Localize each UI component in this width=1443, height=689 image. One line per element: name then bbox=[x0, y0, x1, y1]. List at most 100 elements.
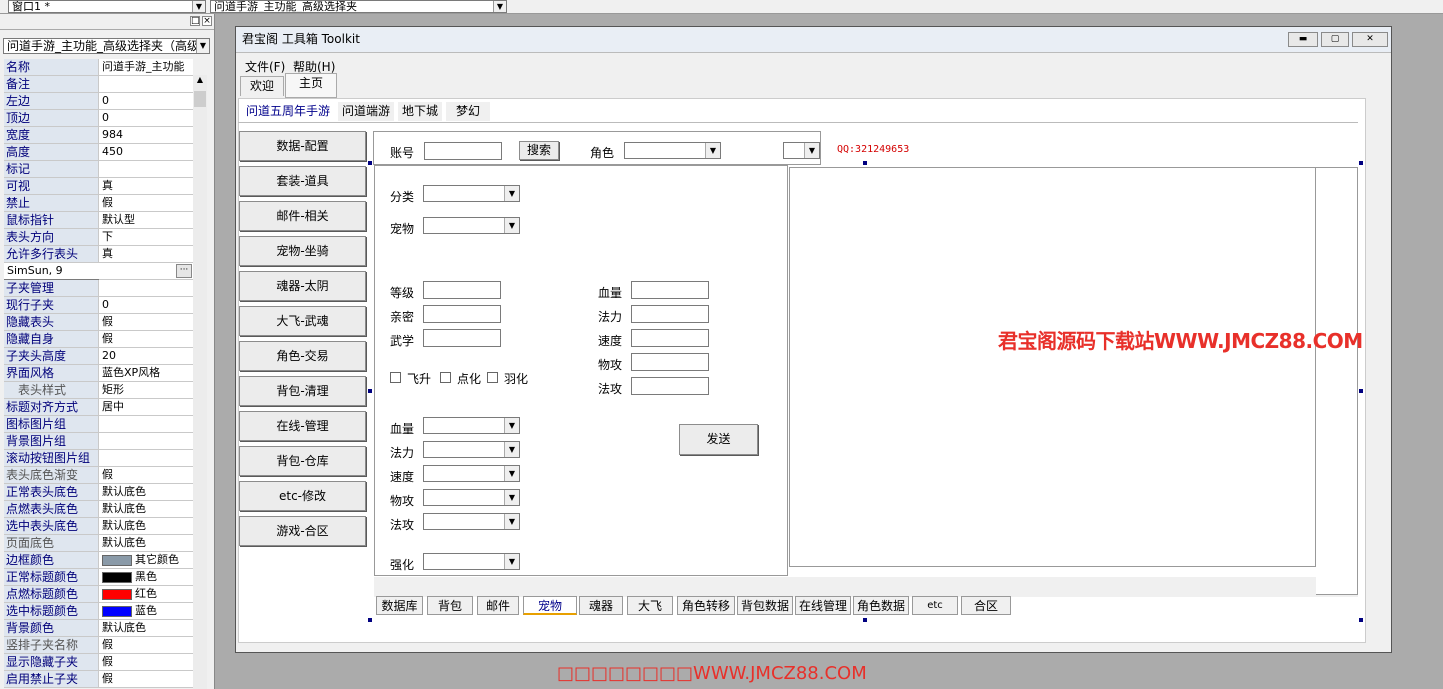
property-value[interactable]: 红色 bbox=[99, 586, 193, 602]
game-tab[interactable]: 地下城 bbox=[398, 102, 442, 121]
property-row[interactable]: 启用禁止子夹假 bbox=[4, 671, 193, 688]
property-value[interactable] bbox=[99, 76, 193, 92]
property-value[interactable]: 假 bbox=[99, 671, 193, 687]
property-row[interactable]: 界面风格 蓝色XP风格 bbox=[4, 365, 193, 382]
tab-welcome[interactable]: 欢迎 bbox=[240, 76, 284, 96]
property-value[interactable]: 默认底色 bbox=[99, 535, 193, 551]
stat-input[interactable] bbox=[423, 305, 501, 323]
property-row[interactable]: 图标图片组 bbox=[4, 416, 193, 433]
property-row[interactable]: 隐藏自身假 bbox=[4, 331, 193, 348]
property-value[interactable]: 真 bbox=[99, 178, 193, 194]
property-value[interactable] bbox=[99, 280, 193, 296]
property-row[interactable]: 顶边 0 bbox=[4, 110, 193, 127]
property-value[interactable]: 矩形 bbox=[99, 382, 193, 398]
game-tab[interactable]: 梦幻 bbox=[446, 102, 490, 121]
property-row[interactable]: 禁止假 bbox=[4, 195, 193, 212]
property-value[interactable] bbox=[99, 433, 193, 449]
float-icon[interactable]: □ bbox=[190, 16, 200, 26]
property-row[interactable]: 可视真 bbox=[4, 178, 193, 195]
property-value[interactable]: 20 bbox=[99, 348, 193, 364]
property-row[interactable]: 正常表头底色 默认底色 bbox=[4, 484, 193, 501]
bottom-tab[interactable]: etc bbox=[912, 596, 958, 615]
side-button[interactable]: 数据-配置 bbox=[239, 131, 366, 161]
scroll-up-icon[interactable]: ▲ bbox=[193, 75, 207, 84]
side-button[interactable]: etc-修改 bbox=[239, 481, 366, 511]
property-value[interactable] bbox=[99, 450, 193, 466]
selection-handle[interactable] bbox=[1359, 389, 1363, 393]
tab-home[interactable]: 主页 bbox=[285, 73, 337, 98]
selection-handle[interactable] bbox=[368, 161, 372, 165]
property-value[interactable]: 下 bbox=[99, 229, 193, 245]
property-value[interactable]: 问道手游_主功能 bbox=[99, 59, 193, 75]
bottom-tab[interactable]: 邮件 bbox=[477, 596, 519, 615]
bottom-tab[interactable]: 角色数据 bbox=[853, 596, 909, 615]
property-row[interactable]: 子夹管理 bbox=[4, 280, 193, 297]
property-row[interactable]: 点燃标题颜色 红色 bbox=[4, 586, 193, 603]
game-tab[interactable]: 问道端游 bbox=[338, 102, 394, 121]
window-combo[interactable]: 窗口1 * ▼ bbox=[8, 0, 206, 13]
side-button[interactable]: 背包-清理 bbox=[239, 376, 366, 406]
side-button[interactable]: 宠物-坐骑 bbox=[239, 236, 366, 266]
chevron-down-icon[interactable]: ▼ bbox=[192, 1, 205, 12]
bottom-tab[interactable]: 在线管理 bbox=[795, 596, 851, 615]
property-row[interactable]: 点燃表头底色 默认底色 bbox=[4, 501, 193, 518]
property-value[interactable]: 假 bbox=[99, 314, 193, 330]
bottom-tab[interactable]: 背包数据 bbox=[737, 596, 793, 615]
server-select[interactable]: ▼ bbox=[783, 142, 820, 159]
selection-handle[interactable] bbox=[368, 618, 372, 622]
property-row[interactable]: 左边 0 bbox=[4, 93, 193, 110]
ellipsis-button[interactable]: ··· bbox=[176, 264, 192, 278]
scrollbar[interactable]: ▲ bbox=[193, 75, 207, 689]
property-row[interactable]: 表头样式 矩形 bbox=[4, 382, 193, 399]
select-stat[interactable]: ▼ bbox=[423, 465, 520, 482]
scroll-thumb[interactable] bbox=[194, 91, 206, 107]
property-row[interactable]: 高度 450 bbox=[4, 144, 193, 161]
property-row[interactable]: 页面底色 默认底色 bbox=[4, 535, 193, 552]
property-value[interactable]: 其它颜色 bbox=[99, 552, 193, 568]
checkbox[interactable] bbox=[390, 372, 401, 383]
select-stat[interactable]: ▼ bbox=[423, 417, 520, 434]
bottom-tab[interactable]: 魂器 bbox=[579, 596, 623, 615]
bottom-tab[interactable]: 背包 bbox=[427, 596, 473, 615]
side-button[interactable]: 游戏-合区 bbox=[239, 516, 366, 546]
selection-handle[interactable] bbox=[863, 161, 867, 165]
search-button[interactable]: 搜索 bbox=[519, 141, 559, 160]
property-row[interactable]: 选中表头底色 默认底色 bbox=[4, 518, 193, 535]
checkbox[interactable] bbox=[487, 372, 498, 383]
property-value[interactable]: 0 bbox=[99, 110, 193, 126]
property-value[interactable]: 居中 bbox=[99, 399, 193, 415]
property-value[interactable] bbox=[99, 161, 193, 177]
property-row[interactable]: 标题对齐方式 居中 bbox=[4, 399, 193, 416]
property-row[interactable]: 背景图片组 bbox=[4, 433, 193, 450]
select-stat[interactable]: ▼ bbox=[423, 441, 520, 458]
select-stat[interactable]: ▼ bbox=[423, 489, 520, 506]
chevron-down-icon[interactable]: ▼ bbox=[196, 39, 209, 53]
property-row[interactable]: 显示隐藏子夹假 bbox=[4, 654, 193, 671]
bottom-tab[interactable]: 数据库 bbox=[376, 596, 423, 615]
side-button[interactable]: 角色-交易 bbox=[239, 341, 366, 371]
close-icon[interactable]: × bbox=[202, 16, 212, 26]
stat-input[interactable] bbox=[631, 329, 709, 347]
property-value[interactable]: 黑色 bbox=[99, 569, 193, 585]
bottom-tab[interactable]: 宠物 bbox=[523, 596, 577, 615]
stat-input[interactable] bbox=[423, 329, 501, 347]
selection-handle[interactable] bbox=[863, 618, 867, 622]
property-row[interactable]: 标记 bbox=[4, 161, 193, 178]
side-button[interactable]: 魂器-太阴 bbox=[239, 271, 366, 301]
property-value[interactable]: 假 bbox=[99, 637, 193, 653]
bottom-tab[interactable]: 角色转移 bbox=[677, 596, 735, 615]
stat-input[interactable] bbox=[631, 377, 709, 395]
stat-input[interactable] bbox=[631, 281, 709, 299]
stat-input[interactable] bbox=[631, 353, 709, 371]
menu-file[interactable]: 文件(F) bbox=[245, 58, 285, 75]
property-value[interactable]: 蓝色 bbox=[99, 603, 193, 619]
stat-input[interactable] bbox=[423, 281, 501, 299]
account-input[interactable] bbox=[424, 142, 502, 160]
property-value[interactable]: 450 bbox=[99, 144, 193, 160]
stat-input[interactable] bbox=[631, 305, 709, 323]
selection-handle[interactable] bbox=[1359, 161, 1363, 165]
property-value[interactable]: 假 bbox=[99, 195, 193, 211]
property-row[interactable]: 表头方向下 bbox=[4, 229, 193, 246]
property-row[interactable]: 背景颜色 默认底色 bbox=[4, 620, 193, 637]
chevron-down-icon[interactable]: ▼ bbox=[493, 1, 506, 12]
